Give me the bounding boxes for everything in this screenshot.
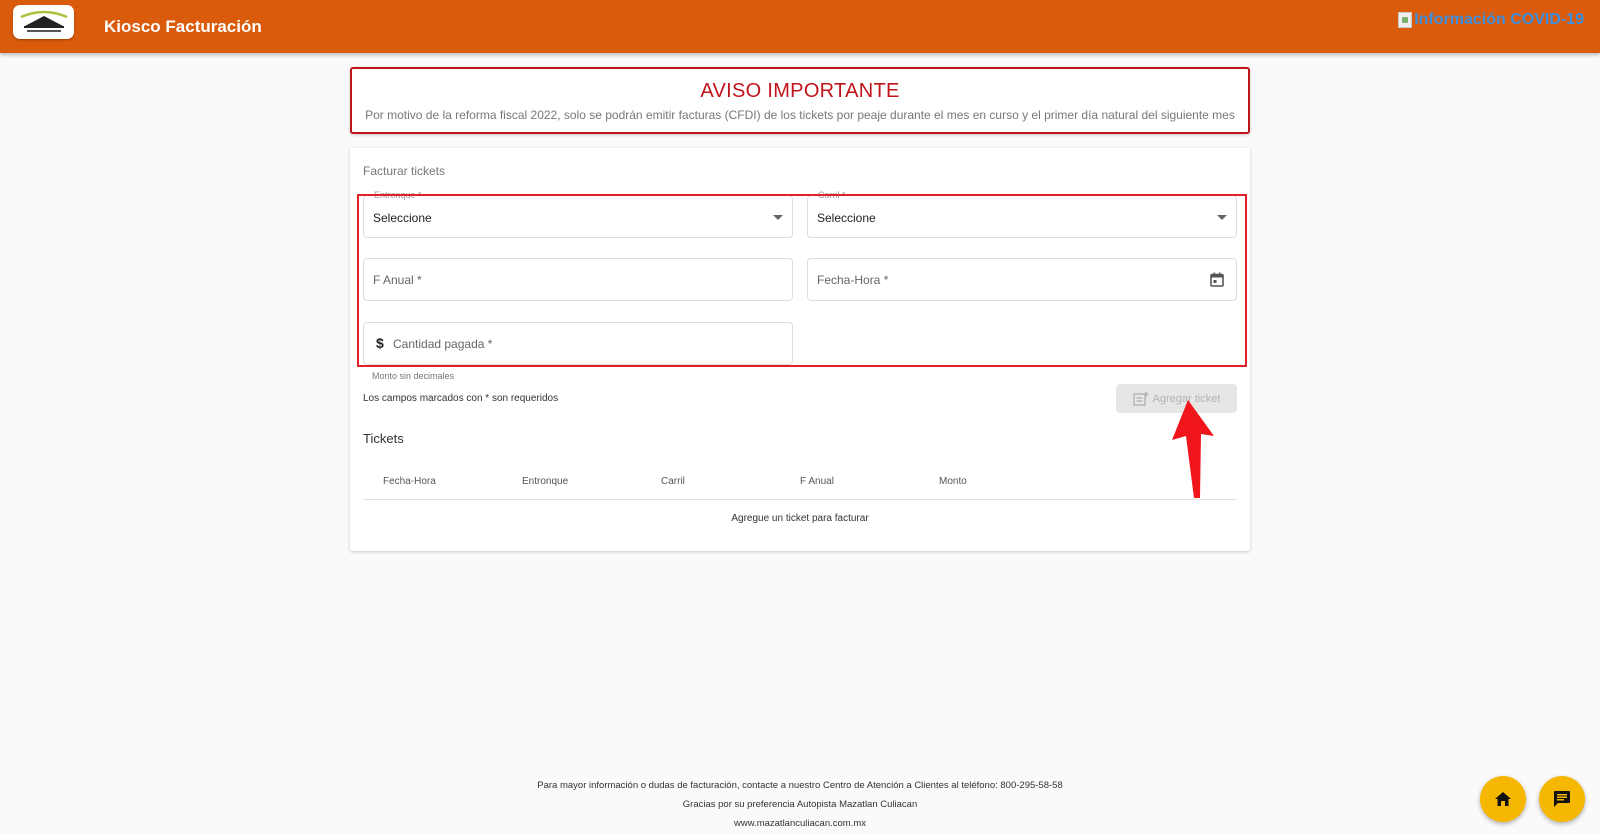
notice-title: AVISO IMPORTANTE bbox=[700, 80, 900, 102]
column-entronque[interactable]: Entronque bbox=[522, 476, 568, 487]
tickets-empty-message: Agregue un ticket para facturar bbox=[731, 513, 869, 524]
footer-contact: Para mayor información o dudas de factur… bbox=[537, 780, 1063, 791]
company-logo[interactable] bbox=[13, 5, 74, 39]
add-list-icon bbox=[1132, 391, 1149, 406]
chat-icon bbox=[1554, 791, 1570, 807]
home-button[interactable] bbox=[1480, 776, 1526, 822]
app-title: Kiosco Facturación bbox=[104, 17, 262, 36]
home-icon bbox=[1495, 792, 1511, 806]
important-notice: AVISO IMPORTANTE Por motivo de la reform… bbox=[350, 67, 1250, 134]
chat-button[interactable] bbox=[1539, 776, 1585, 822]
broken-image-icon bbox=[1398, 12, 1413, 28]
card-title: Facturar tickets bbox=[363, 164, 446, 178]
invoice-tickets-card: Facturar tickets Entronque * Seleccione … bbox=[350, 148, 1250, 551]
column-monto[interactable]: Monto bbox=[939, 476, 967, 487]
top-app-bar: Kiosco Facturación Información COVID-19 bbox=[0, 0, 1600, 53]
covid-info-link[interactable]: Información COVID-19 bbox=[1398, 11, 1584, 29]
footer-website[interactable]: www.mazatlanculiacan.com.mx bbox=[0, 814, 1600, 833]
logo-icon bbox=[20, 10, 68, 32]
page-footer: Para mayor información o dudas de factur… bbox=[0, 776, 1600, 833]
annotation-arrow-icon bbox=[1172, 400, 1214, 498]
footer-thanks: Gracias por su preferencia Autopista Maz… bbox=[682, 799, 918, 810]
tickets-title: Tickets bbox=[363, 431, 404, 446]
column-fecha-hora[interactable]: Fecha-Hora bbox=[383, 476, 436, 487]
column-carril[interactable]: Carril bbox=[661, 476, 685, 487]
tickets-table-header: Fecha-Hora Entronque Carril F Anual Mont… bbox=[363, 460, 1237, 500]
covid-link-label[interactable]: Información COVID-19 bbox=[1414, 11, 1584, 29]
annotation-highlight-box bbox=[357, 194, 1247, 367]
column-f-anual[interactable]: F Anual bbox=[800, 476, 834, 487]
amount-hint: Monto sin decimales bbox=[372, 371, 455, 381]
notice-text: Por motivo de la reforma fiscal 2022, so… bbox=[365, 108, 1235, 122]
required-fields-note: Los campos marcados con * son requeridos bbox=[363, 393, 559, 404]
